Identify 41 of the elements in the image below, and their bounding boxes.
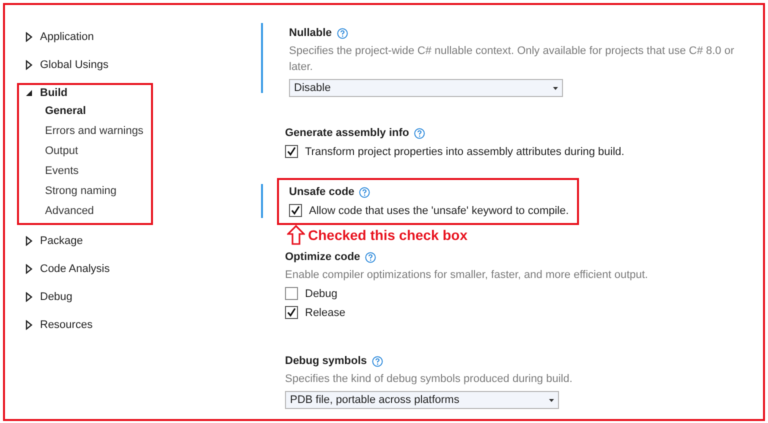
setting-title: Nullable bbox=[289, 27, 332, 39]
nav-item[interactable]: Debug bbox=[25, 289, 72, 305]
annotation-text: Checked this check box bbox=[308, 227, 468, 243]
checkbox[interactable] bbox=[285, 287, 298, 300]
dropdown[interactable]: PDB file, portable across platforms bbox=[285, 391, 559, 409]
checkbox-label: Debug bbox=[305, 288, 338, 300]
nav-item[interactable]: Output bbox=[25, 141, 78, 161]
nav-item[interactable]: Advanced bbox=[25, 201, 94, 221]
setting-description: Specifies the kind of debug symbols produced during build. bbox=[285, 372, 574, 387]
setting-description: Enable compiler optimizations for smaller, faster, and more efficient output. bbox=[285, 268, 649, 283]
checkbox-label: Release bbox=[305, 306, 346, 318]
checkbox[interactable] bbox=[285, 306, 298, 319]
nav-item[interactable]: Code Analysis bbox=[25, 261, 110, 277]
nav-item[interactable]: Global Usings bbox=[25, 57, 108, 73]
modified-indicator bbox=[261, 23, 263, 93]
dropdown-arrow-icon bbox=[549, 398, 554, 402]
nav-item[interactable]: Events bbox=[25, 161, 79, 181]
setting-title: Optimize code bbox=[285, 251, 360, 263]
help-icon[interactable] bbox=[372, 356, 383, 366]
nav-item[interactable]: Build bbox=[25, 85, 144, 101]
checkbox[interactable] bbox=[285, 145, 298, 158]
setting-title: Unsafe code bbox=[289, 186, 354, 198]
setting-title: Generate assembly info bbox=[285, 127, 410, 139]
help-icon[interactable] bbox=[365, 252, 376, 262]
help-icon[interactable] bbox=[336, 28, 348, 38]
checkbox[interactable] bbox=[289, 204, 302, 217]
nav-item[interactable]: Package bbox=[25, 233, 83, 249]
setting-description: Specifies the project-wide C# nullable context. Only available for projects that use C# 8.0 or later. bbox=[289, 44, 736, 75]
nav-item[interactable]: Resources bbox=[25, 317, 93, 333]
dropdown[interactable]: Disable bbox=[289, 79, 563, 97]
nav-item[interactable]: Application bbox=[25, 29, 94, 45]
dropdown-arrow-icon bbox=[553, 86, 558, 90]
help-icon[interactable] bbox=[359, 186, 370, 198]
nav-item[interactable]: Errors and warnings bbox=[25, 121, 144, 141]
modified-indicator bbox=[261, 184, 263, 218]
nav-item[interactable]: General bbox=[25, 101, 86, 121]
checkbox-label: Transform project properties into assembly attributes during build. bbox=[305, 146, 624, 158]
checkbox-label: Allow code that uses the 'unsafe' keyword to compile. bbox=[309, 204, 569, 216]
nav-item[interactable]: Strong naming bbox=[25, 181, 117, 201]
help-icon[interactable] bbox=[414, 128, 426, 138]
setting-title: Debug symbols bbox=[285, 355, 367, 367]
